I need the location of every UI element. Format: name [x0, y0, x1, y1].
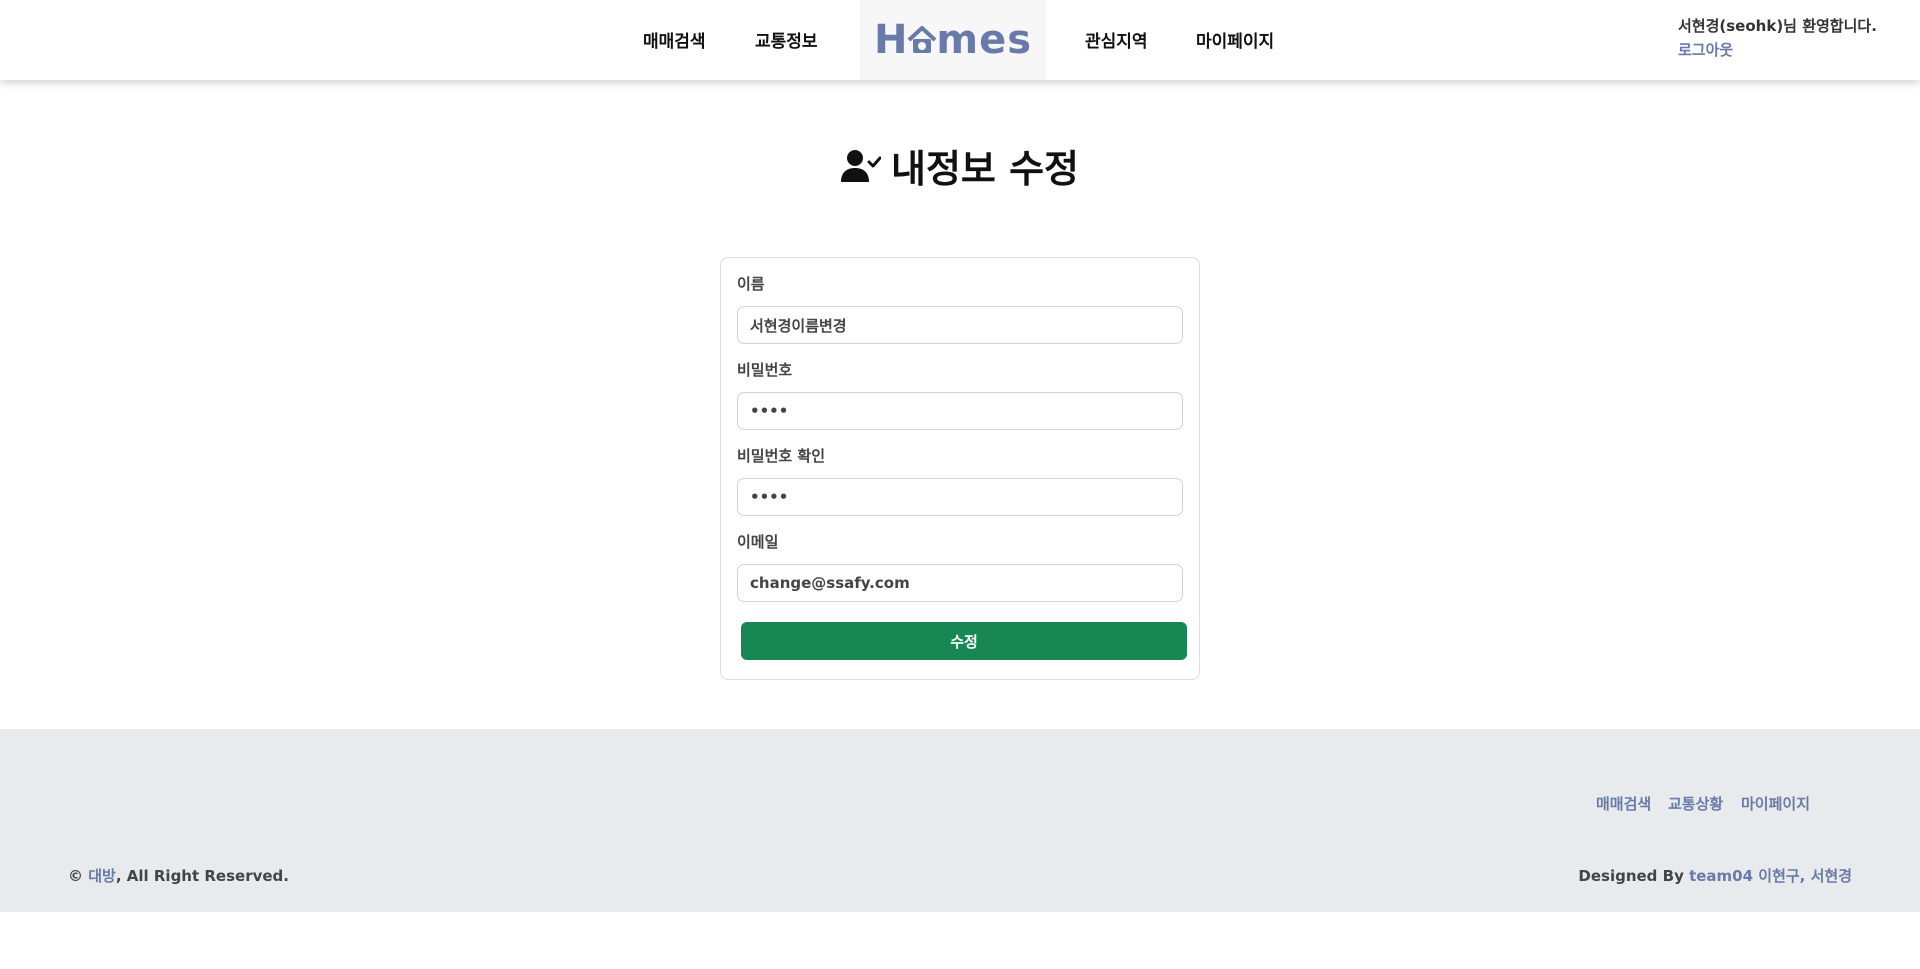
user-check-icon [840, 149, 881, 182]
password-label: 비밀번호 [737, 361, 793, 379]
logo-text: H mes [873, 17, 1033, 63]
name-label: 이름 [737, 275, 765, 293]
page-title: 내정보 수정 [0, 138, 1920, 193]
nav-sale-search[interactable]: 매매검색 [643, 27, 706, 52]
house-icon [908, 26, 937, 53]
team-link[interactable]: team04 이현구, 서현경 [1689, 867, 1852, 885]
brand-link[interactable]: 대방 [88, 867, 116, 885]
nav-interest-area[interactable]: 관심지역 [1085, 27, 1148, 52]
nav-mypage[interactable]: 마이페이지 [1196, 27, 1274, 52]
email-field[interactable] [737, 564, 1183, 602]
page-heading: 내정보 수정 [890, 147, 1080, 191]
email-label: 이메일 [737, 533, 779, 551]
top-navbar: 매매검색 교통정보 H mes 관심지역 마이페이지 서현경(seohk)님 환… [0, 0, 1920, 80]
logout-link[interactable]: 로그아웃 [1678, 39, 1733, 60]
designed-by: Designed By team04 이현구, 서현경 [1578, 867, 1852, 885]
welcome-message: 서현경(seohk)님 환영합니다. [1678, 17, 1877, 35]
copyright: © 대방, All Right Reserved. [68, 867, 289, 885]
password-confirm-label: 비밀번호 확인 [737, 447, 826, 465]
password-confirm-field[interactable] [737, 478, 1183, 516]
name-field[interactable] [737, 306, 1183, 344]
submit-button[interactable]: 수정 [741, 622, 1187, 660]
footer-link-traffic[interactable]: 교통상황 [1668, 793, 1723, 814]
nav-traffic-info[interactable]: 교통정보 [755, 27, 818, 52]
password-field[interactable] [737, 392, 1183, 430]
footer: 매매검색 교통상황 마이페이지 © 대방, All Right Reserved… [0, 729, 1920, 912]
footer-link-mypage[interactable]: 마이페이지 [1741, 793, 1810, 814]
profile-edit-form: 이름 비밀번호 비밀번호 확인 이메일 수정 [720, 257, 1200, 680]
footer-link-sale-search[interactable]: 매매검색 [1596, 793, 1651, 814]
homes-logo[interactable]: H mes [860, 0, 1046, 80]
